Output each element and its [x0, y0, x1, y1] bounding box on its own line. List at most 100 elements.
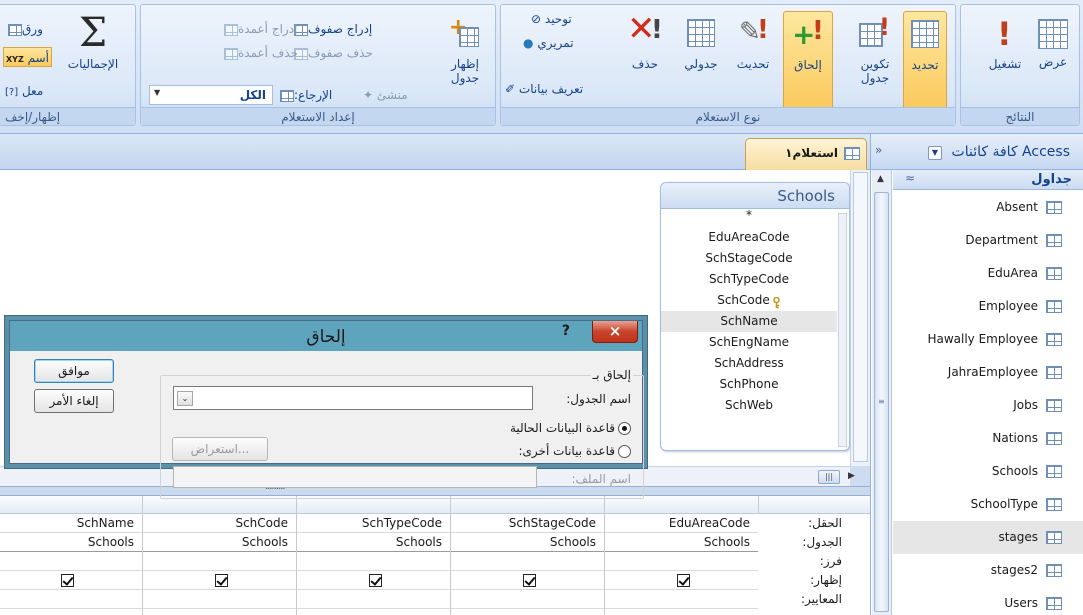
shutter-bar-close-icon[interactable]: »	[875, 143, 882, 157]
nav-item-table[interactable]: EduArea	[893, 257, 1083, 290]
grid-table-cell[interactable]: Schools	[451, 533, 604, 552]
grid-sort-cell[interactable]	[143, 552, 296, 571]
nav-item-table[interactable]: JahraEmployee	[893, 356, 1083, 389]
file-name-field[interactable]	[173, 466, 537, 488]
grid-column-selector[interactable]	[0, 496, 142, 514]
tab-query1[interactable]: استعلام١	[745, 138, 867, 170]
delete-query-button[interactable]: ✕! حذف	[623, 9, 667, 111]
table-names-button[interactable]: أسم XYZ	[3, 47, 52, 67]
schools-table-field-list[interactable]: Schools * EduAreaCode SchStageCode SchTypeC…	[660, 182, 850, 451]
nav-pane-scrollbar[interactable]: ▲ ≡	[872, 170, 892, 615]
field-list-item[interactable]: *	[661, 207, 837, 223]
nav-scroll-thumb[interactable]: ≡	[874, 192, 889, 612]
grid-table-cell[interactable]: Schools	[143, 533, 296, 552]
field-list-item[interactable]: SchStageCode	[661, 248, 837, 269]
grid-column[interactable]: SchStageCode Schools	[450, 514, 604, 615]
field-list-item[interactable]: SchWeb	[661, 395, 837, 416]
field-list-scrollbar[interactable]	[838, 213, 847, 447]
grid-show-cell[interactable]	[143, 571, 296, 590]
nav-item-table[interactable]: Absent	[893, 191, 1083, 224]
grid-sort-cell[interactable]	[297, 552, 450, 571]
grid-sort-cell[interactable]	[0, 552, 142, 571]
collapse-chevron-icon[interactable]: ≈	[905, 171, 915, 185]
ok-button[interactable]: موافق	[34, 359, 114, 383]
design-vertical-scrollbar[interactable]	[850, 170, 870, 466]
grid-criteria-cell[interactable]	[143, 590, 296, 609]
nav-section-tables[interactable]: جداول ≈	[893, 170, 1083, 190]
current-database-radio[interactable]: قاعدة البيانات الحالية	[510, 421, 631, 435]
grid-field-cell[interactable]: SchCode	[143, 514, 296, 533]
show-checkbox[interactable]	[677, 574, 690, 587]
crosstab-query-button[interactable]: جدولي	[679, 11, 723, 111]
grid-field-cell[interactable]: SchName	[0, 514, 142, 533]
grid-field-cell[interactable]: EduAreaCode	[605, 514, 758, 533]
grid-show-cell[interactable]	[297, 571, 450, 590]
select-query-button[interactable]: تحديد	[903, 11, 947, 111]
parameters-button[interactable]: معل [?]	[5, 81, 43, 101]
grid-criteria-cell[interactable]	[0, 590, 142, 609]
scroll-up-arrow-icon[interactable]: ▲	[877, 174, 884, 184]
field-list-item[interactable]: SchPhone	[661, 374, 837, 395]
cancel-button[interactable]: إلغاء الأمر	[34, 389, 114, 413]
other-database-radio[interactable]: قاعدة بيانات أخرى:	[519, 444, 631, 458]
show-checkbox[interactable]	[215, 574, 228, 587]
grid-table-cell[interactable]: Schools	[297, 533, 450, 552]
grid-show-cell[interactable]	[605, 571, 758, 590]
design-vertical-scroll-thumb[interactable]	[853, 172, 868, 462]
nav-menu-dropdown-icon[interactable]: ▼	[928, 146, 942, 160]
grid-table-cell[interactable]: Schools	[605, 533, 758, 552]
run-button[interactable]: ! تشغيل	[983, 11, 1027, 111]
view-button[interactable]: عرض	[1031, 11, 1075, 111]
nav-pane-header[interactable]: كافة كائنات Access ▼ »	[871, 134, 1083, 170]
field-list-item[interactable]: SchCode	[661, 290, 837, 311]
grid-column[interactable]: EduAreaCode Schools	[604, 514, 758, 615]
grid-criteria-cell[interactable]	[297, 590, 450, 609]
show-checkbox[interactable]	[61, 574, 74, 587]
insert-rows-button[interactable]: إدراج صفوف	[291, 19, 372, 39]
make-table-button[interactable]: ! تكوين جدول	[853, 11, 897, 111]
grid-sort-cell[interactable]	[451, 552, 604, 571]
return-select[interactable]: الكل ▼	[149, 85, 273, 105]
browse-button[interactable]: استعراض...	[172, 437, 268, 461]
field-list-item[interactable]: SchName	[661, 311, 837, 332]
append-query-button[interactable]: +! إلحاق	[783, 11, 833, 111]
nav-item-table[interactable]: Jobs	[893, 389, 1083, 422]
insert-columns-button[interactable]: إدراج أعمدة	[221, 19, 297, 39]
close-button[interactable]: ×	[592, 321, 638, 343]
property-sheet-button[interactable]: ورق	[5, 19, 43, 39]
field-list-item[interactable]: SchTypeCode	[661, 269, 837, 290]
field-list-item[interactable]: EduAreaCode	[661, 227, 837, 248]
show-checkbox[interactable]	[523, 574, 536, 587]
grid-show-cell[interactable]	[451, 571, 604, 590]
chevron-down-icon[interactable]: ⌄	[177, 391, 193, 406]
grid-column[interactable]: SchName Schools	[0, 514, 142, 615]
table-name-combo[interactable]: ⌄	[173, 386, 533, 410]
delete-columns-button[interactable]: حذف أعمدة	[221, 43, 298, 63]
nav-item-table[interactable]: Department	[893, 224, 1083, 257]
show-checkbox[interactable]	[369, 574, 382, 587]
nav-item-table[interactable]: Users	[893, 587, 1083, 615]
schools-table-header[interactable]: Schools	[661, 183, 849, 209]
scroll-right-arrow-icon[interactable]: ▶	[848, 471, 855, 481]
grid-show-cell[interactable]	[0, 571, 142, 590]
union-query-button[interactable]: توحيد ⊘	[531, 9, 572, 29]
nav-item-table[interactable]: stages	[893, 521, 1083, 554]
grid-table-cell[interactable]: Schools	[0, 533, 142, 552]
passthrough-query-button[interactable]: تمريري ●	[523, 33, 574, 53]
query-design-grid[interactable]: EduAreaCode Schools SchStageCode Schools Sch…	[0, 496, 870, 615]
design-horizontal-scroll-thumb[interactable]: |||	[818, 470, 840, 484]
field-list-item[interactable]: SchEngName	[661, 332, 837, 353]
append-dialog-titlebar[interactable]: إلحاق ? ×	[10, 321, 642, 351]
nav-item-table[interactable]: Hawally Employee	[893, 323, 1083, 356]
data-definition-query-button[interactable]: تعريف بيانات ✐	[505, 79, 583, 99]
grid-criteria-cell[interactable]	[605, 590, 758, 609]
grid-field-cell[interactable]: SchStageCode	[451, 514, 604, 533]
delete-rows-button[interactable]: حذف صفوف	[291, 43, 373, 63]
nav-item-table[interactable]: Employee	[893, 290, 1083, 323]
nav-item-table[interactable]: SchoolType	[893, 488, 1083, 521]
help-button[interactable]: ?	[562, 323, 570, 339]
update-query-button[interactable]: ✎! تحديث	[731, 11, 775, 111]
builder-button[interactable]: منشئ ✦	[363, 85, 408, 105]
grid-column[interactable]: SchCode Schools	[142, 514, 296, 615]
nav-item-table[interactable]: Schools	[893, 455, 1083, 488]
